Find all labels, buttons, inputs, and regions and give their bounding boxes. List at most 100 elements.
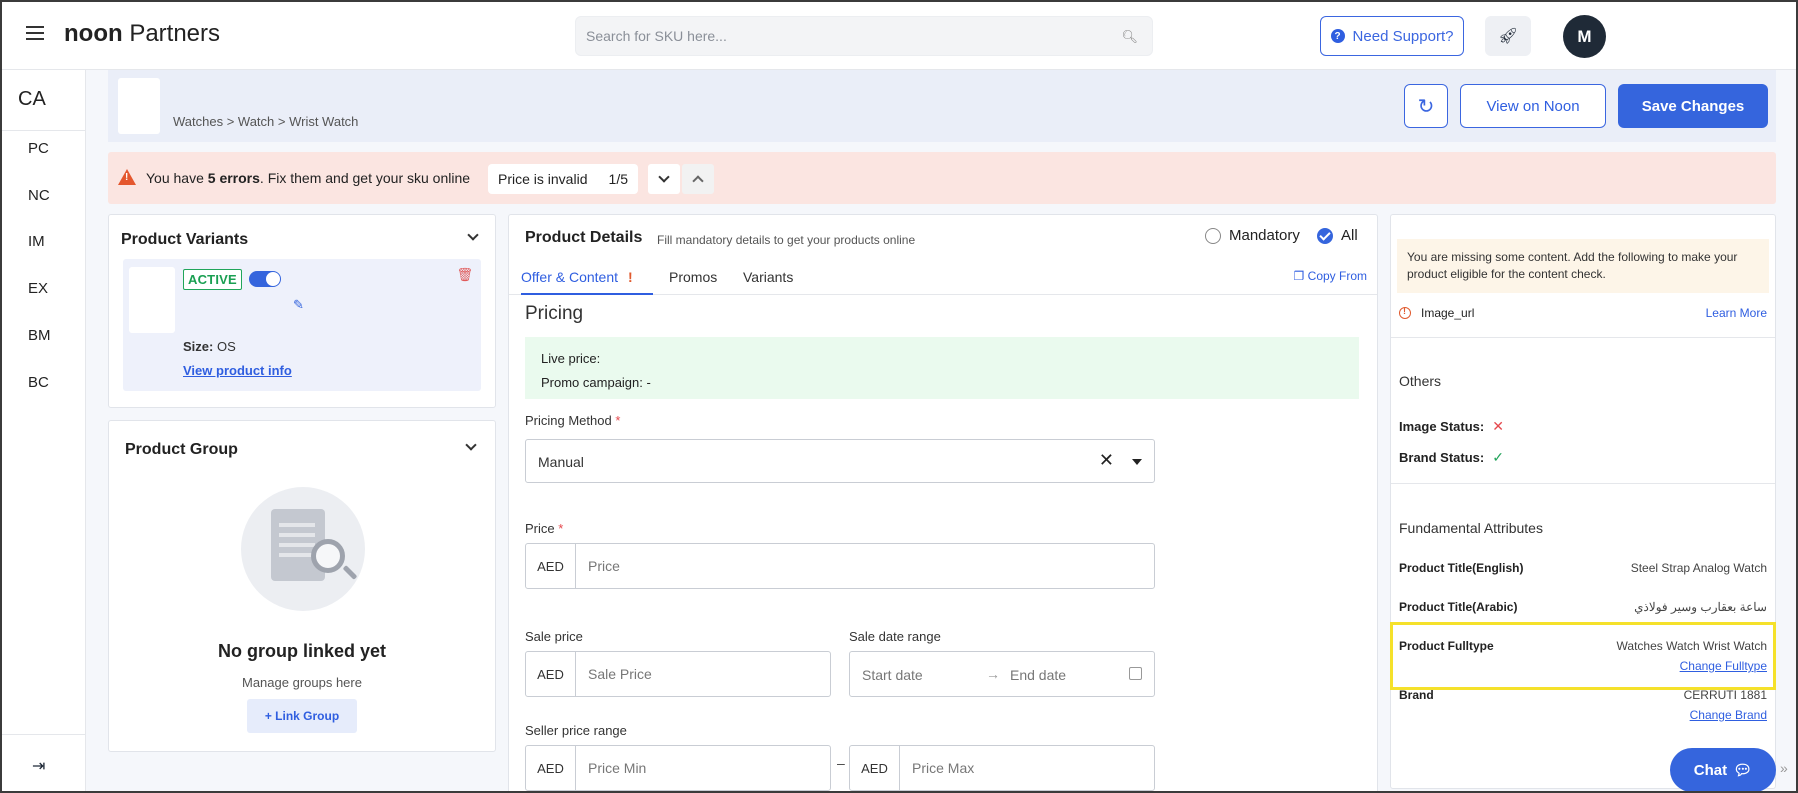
collapse-sidebar-icon[interactable]: ⇥ — [32, 756, 45, 776]
price-min-field: AED — [525, 745, 831, 791]
current-error[interactable]: Price is invalid 1/5 — [488, 164, 638, 194]
price-max-input[interactable] — [900, 746, 1154, 790]
caret-down-icon — [1132, 459, 1142, 465]
product-group-panel: Product Group No group linked yet Manage… — [108, 420, 496, 752]
copy-from-link[interactable]: ❐ Copy From — [1294, 269, 1367, 283]
panel-title: Product Variants — [121, 231, 249, 248]
hamburger-menu-icon[interactable] — [26, 26, 44, 40]
seller-range-label: Seller price range — [525, 723, 627, 738]
missing-field: Image_url — [1421, 306, 1475, 320]
rocket-button[interactable]: 🚀︎ — [1485, 16, 1531, 56]
alert-icon: ! — [628, 269, 633, 285]
radio-icon — [1205, 227, 1221, 244]
price-input[interactable] — [576, 544, 1154, 588]
delete-icon[interactable]: 🗑︎ — [456, 267, 473, 283]
view-product-info-link[interactable]: View product info — [183, 363, 292, 378]
empty-subtitle: Manage groups here — [242, 675, 362, 690]
tab-offer-content[interactable]: Offer & Content! — [521, 261, 653, 295]
warning-icon — [118, 169, 136, 185]
tab-promos[interactable]: Promos — [669, 261, 717, 295]
chat-icon: 💬︎ — [1733, 762, 1753, 779]
collapse-group-button[interactable] — [465, 439, 477, 451]
panel-subtitle: Fill mandatory details to get your produ… — [657, 233, 916, 247]
close-icon: ✕ — [1492, 418, 1504, 434]
collapse-variants-button[interactable] — [467, 229, 479, 241]
section-heading: Pricing — [525, 303, 584, 324]
status-badge: ACTIVE — [183, 269, 242, 290]
end-date: End date — [1010, 667, 1067, 683]
brand-status: Brand Status: ✓ — [1399, 449, 1504, 465]
history-button[interactable]: ↻ — [1404, 84, 1448, 128]
change-brand-link[interactable]: Change Brand — [1690, 708, 1767, 722]
rail-top-label[interactable]: CA — [18, 88, 46, 111]
price-min-input[interactable] — [576, 746, 830, 790]
missing-content-notice: You are missing some content. Add the fo… — [1397, 239, 1769, 293]
clear-icon[interactable]: ✕ — [1099, 450, 1114, 471]
range-separator: – — [837, 755, 845, 771]
copy-icon: ❐ — [1293, 269, 1305, 283]
rail-item-bm[interactable]: BM — [28, 327, 51, 344]
price-label: Price * — [525, 521, 564, 536]
sale-price-label: Sale price — [525, 629, 583, 644]
sku-search: 🔍︎ — [575, 16, 1153, 56]
history-icon: ↻ — [1417, 95, 1435, 118]
check-icon: ✓ — [1492, 449, 1504, 465]
sale-price-input[interactable] — [576, 652, 830, 696]
currency-label: AED — [526, 746, 576, 790]
filter-mandatory[interactable]: Mandatory — [1205, 227, 1300, 244]
chat-button[interactable]: Chat 💬︎ — [1670, 748, 1776, 791]
prev-error-button[interactable] — [682, 164, 714, 194]
learn-more-link[interactable]: Learn More — [1706, 306, 1767, 320]
rail-item-ex[interactable]: EX — [28, 280, 48, 297]
app-frame: noon Partners 🔍︎ ? Need Support? 🚀︎ M CA… — [0, 0, 1798, 793]
rail-item-bc[interactable]: BC — [28, 374, 49, 391]
view-on-noon-button[interactable]: View on Noon — [1460, 84, 1606, 128]
tab-variants[interactable]: Variants — [743, 261, 793, 295]
variant-card: ACTIVE ✎ 🗑︎ Size: OS View product info — [123, 259, 481, 391]
pricing-method-label: Pricing Method * — [525, 413, 621, 428]
product-thumbnail — [118, 78, 160, 134]
rocket-icon: 🚀︎ — [1497, 28, 1519, 45]
filter-all[interactable]: All — [1317, 227, 1358, 244]
search-icon[interactable]: 🔍︎ — [1121, 29, 1138, 45]
change-fulltype-link[interactable]: Change Fulltype — [1680, 659, 1767, 673]
next-error-button[interactable] — [648, 164, 680, 194]
chevron-up-icon — [692, 175, 704, 187]
search-input[interactable] — [576, 17, 1152, 55]
variant-size: Size: OS — [183, 339, 236, 354]
start-date: Start date — [862, 667, 923, 683]
currency-label: AED — [526, 544, 576, 588]
link-group-button[interactable]: + Link Group — [247, 699, 357, 733]
sale-date-range-picker[interactable]: Start date → End date — [849, 651, 1155, 697]
chevron-right-icon[interactable]: » — [1780, 760, 1788, 776]
empty-title: No group linked yet — [217, 641, 386, 661]
image-status: Image Status: ✕ — [1399, 418, 1504, 434]
calendar-icon — [1129, 667, 1142, 680]
error-position: 1/5 — [608, 171, 628, 187]
sale-price-field: AED — [525, 651, 831, 697]
sale-date-label: Sale date range — [849, 629, 941, 644]
help-icon: ? — [1330, 29, 1345, 43]
user-avatar[interactable]: M — [1563, 15, 1606, 58]
app-logo[interactable]: noon Partners — [64, 20, 220, 48]
edit-icon[interactable]: ✎ — [293, 297, 304, 313]
price-max-field: AED — [849, 745, 1155, 791]
details-tabs: Offer & Content! Promos Variants — [509, 261, 1377, 295]
rail-item-pc[interactable]: PC — [28, 140, 49, 157]
breadcrumb[interactable]: Watches > Watch > Wrist Watch — [173, 114, 358, 129]
section-heading: Fundamental Attributes — [1399, 520, 1543, 536]
rail-item-nc[interactable]: NC — [28, 187, 50, 204]
content-check-panel: You are missing some content. Add the fo… — [1390, 214, 1776, 789]
live-price: Live price: — [541, 351, 601, 366]
error-message: You have 5 errors. Fix them and get your… — [146, 170, 471, 186]
arrow-right-icon: → — [986, 666, 1000, 682]
rail-item-im[interactable]: IM — [28, 233, 45, 250]
error-icon — [1399, 306, 1411, 319]
save-changes-button[interactable]: Save Changes — [1618, 84, 1768, 128]
chevron-down-icon — [658, 171, 670, 183]
pricing-method-select[interactable]: Manual ✕ — [525, 439, 1155, 483]
need-support-button[interactable]: ? Need Support? — [1320, 16, 1464, 56]
active-toggle[interactable] — [249, 271, 281, 287]
price-field: AED — [525, 543, 1155, 589]
panel-title: Product Group — [125, 441, 238, 458]
